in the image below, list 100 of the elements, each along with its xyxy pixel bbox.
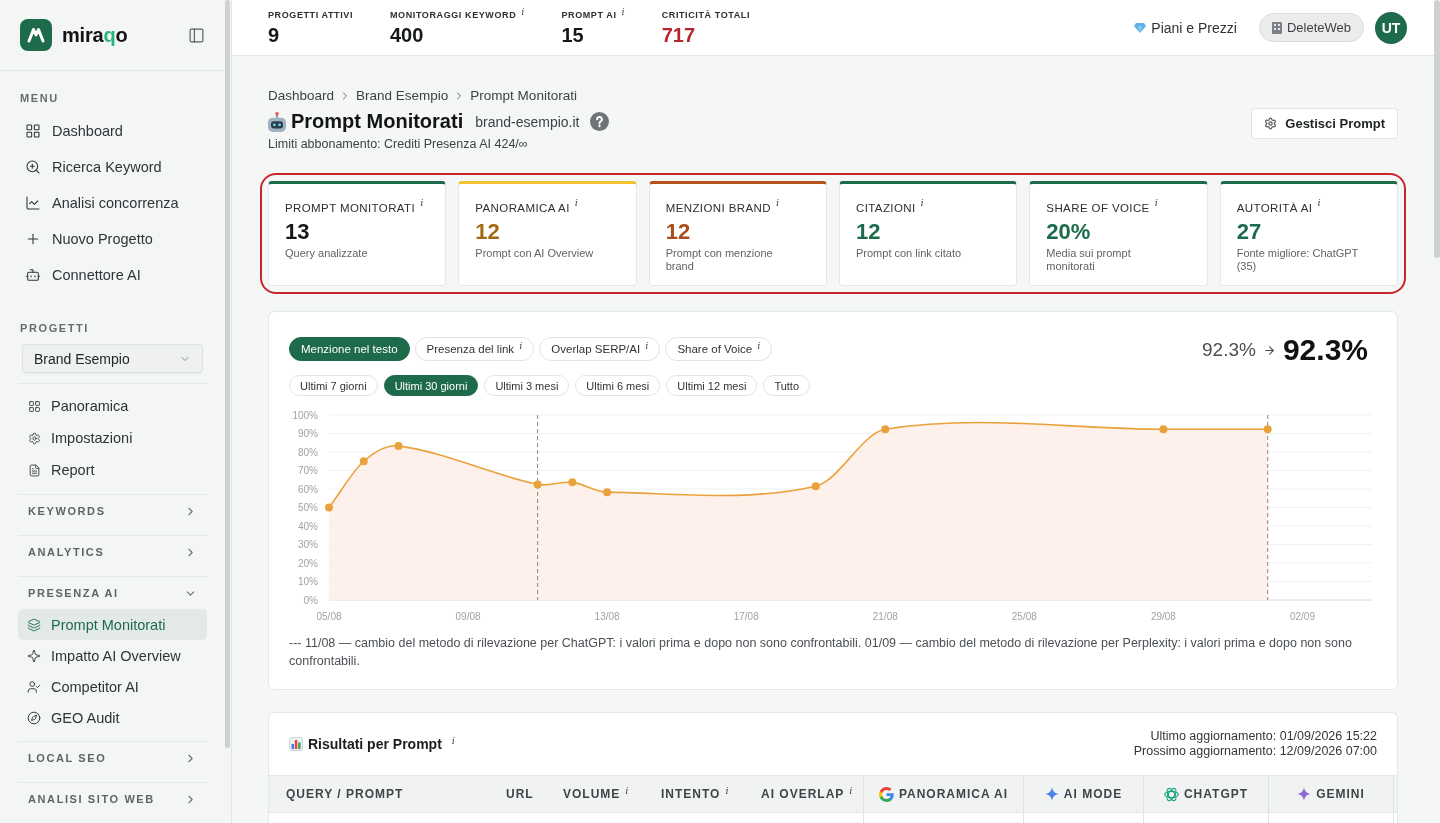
nav-item[interactable]: Dashboard [18, 113, 207, 149]
gear-icon [1264, 117, 1278, 130]
data-point [325, 503, 333, 512]
card-value: 13 [285, 219, 311, 245]
section-toggle[interactable]: ANALYTICS [18, 536, 207, 568]
breadcrumb-link[interactable]: Prompt Monitorati [470, 88, 577, 103]
column-header: INTENTO [661, 787, 721, 801]
axis-label: 100% [292, 409, 318, 421]
metric-tab[interactable]: Presenza del link i [414, 337, 535, 361]
data-point [394, 441, 403, 450]
metric-tab[interactable]: Share of Voice i [665, 337, 773, 361]
help-icon[interactable] [589, 112, 609, 131]
scrollbar-thumb[interactable] [225, 0, 230, 748]
data-point [1263, 425, 1272, 434]
card-label: CITAZIONI [856, 202, 916, 215]
nav-item[interactable]: Competitor AI [18, 671, 207, 702]
info-icon[interactable]: i [775, 198, 780, 208]
manage-prompt-button[interactable]: Gestisci Prompt [1251, 108, 1398, 139]
period-tab[interactable]: Ultimi 7 giorni [289, 375, 378, 396]
user-avatar[interactable]: UT [1375, 11, 1407, 44]
card-label: AUTORITÀ AI [1236, 202, 1313, 215]
document-icon [28, 463, 41, 477]
period-tab[interactable]: Ultimi 6 mesi [575, 375, 661, 396]
layers-icon [27, 617, 41, 632]
sparkle-icon [1044, 787, 1059, 801]
section-toggle[interactable]: KEYWORDS [18, 495, 207, 527]
info-icon[interactable]: i [645, 340, 649, 351]
sidebar-toggle-icon[interactable] [188, 26, 205, 44]
axis-label: 0% [303, 594, 318, 606]
nav-item[interactable]: Panoramica [18, 390, 207, 422]
axis-label: 13/08 [594, 611, 620, 622]
nav-item[interactable]: Impatto AI Overview [18, 640, 207, 671]
bar-chart-icon [289, 737, 303, 751]
card-caption: Fonte migliore: ChatGPT (35) [1236, 247, 1360, 273]
column-header: AI OVERLAP [761, 787, 845, 801]
robot-icon [268, 111, 286, 132]
card-label: PANORAMICA AI [475, 202, 570, 215]
plans-link[interactable]: Piani e Prezzi [1134, 19, 1237, 36]
section-toggle[interactable]: LOCAL SEO [18, 742, 207, 774]
period-tab[interactable]: Ultimi 30 giorni [383, 375, 479, 396]
column-header: AI MODE [1063, 787, 1123, 801]
info-icon[interactable]: i [849, 786, 853, 796]
info-icon[interactable]: i [725, 786, 729, 796]
metric-tab[interactable]: Overlap SERP/AI i [539, 337, 661, 361]
axis-label: 29/08 [1150, 611, 1176, 622]
period-tab[interactable]: Ultimi 3 mesi [484, 375, 570, 396]
logo-icon [20, 19, 52, 51]
card-caption: Prompt con link citato [856, 247, 963, 260]
nav-item[interactable]: Connettore AI [18, 257, 207, 293]
info-icon[interactable]: i [1317, 198, 1321, 208]
axis-label: 40% [298, 520, 318, 532]
nav-item[interactable]: Prompt Monitorati [18, 609, 207, 640]
card-label: MENZIONI BRAND [665, 202, 771, 215]
page-title: Prompt Monitorati [291, 110, 464, 133]
info-icon[interactable]: i [574, 198, 578, 208]
column-header: URL [506, 787, 534, 801]
section-toggle[interactable]: PRESENZA AI [18, 577, 207, 609]
data-point [881, 425, 890, 434]
info-icon[interactable]: i [1154, 198, 1158, 208]
workspace-button[interactable]: DeleteWeb [1258, 13, 1364, 42]
line-chart-icon [25, 195, 41, 211]
grid-icon [25, 123, 41, 139]
metric-tab[interactable]: Menzione nel testo [289, 337, 410, 361]
info-icon[interactable]: i [757, 340, 761, 351]
card-caption: Media sui prompt monitorati [1046, 247, 1132, 273]
rosette-icon [1163, 786, 1179, 802]
nav-item[interactable]: Ricerca Keyword [18, 149, 207, 185]
g-letter-icon [878, 786, 894, 802]
nav-item[interactable]: GEO Audit [18, 702, 207, 733]
column-header: CHATGPT [1183, 787, 1249, 801]
info-icon[interactable]: i [420, 198, 424, 208]
info-icon[interactable]: i [621, 6, 625, 17]
info-icon[interactable]: i [451, 736, 455, 746]
info-icon[interactable]: i [920, 198, 924, 208]
robot-icon [25, 267, 41, 283]
info-icon[interactable]: i [521, 6, 525, 17]
breadcrumb-link[interactable]: Dashboard [268, 88, 335, 103]
building-icon [1271, 21, 1282, 34]
info-icon[interactable]: i [625, 786, 629, 796]
scrollbar-thumb[interactable] [1434, 0, 1440, 258]
domain-text: brand-esempio.it [475, 113, 580, 130]
section-toggle[interactable]: ANALISI SITO WEB [18, 783, 207, 815]
breadcrumb-link[interactable]: Brand Esempio [356, 88, 449, 103]
period-tab[interactable]: Tutto [763, 375, 811, 396]
data-point [359, 457, 368, 466]
stat-value: 717 [661, 23, 697, 46]
period-tab[interactable]: Ultimi 12 mesi [666, 375, 758, 396]
info-icon[interactable]: i [519, 340, 523, 351]
nav-item[interactable]: Impostazioni [18, 422, 207, 454]
nav-item[interactable]: Report [18, 454, 207, 486]
stat-label: MONITORAGGI KEYWORD [390, 9, 517, 21]
stat-value: 9 [268, 23, 281, 46]
logo-text: miraqo [62, 23, 128, 47]
card-caption: Prompt con AI Overview [475, 247, 595, 260]
nav-item[interactable]: Analisi concorrenza [18, 185, 207, 221]
stat-label: CRITICITÀ TOTALI [661, 9, 750, 21]
project-select[interactable]: Brand Esempio [22, 344, 203, 373]
nav-item[interactable]: Nuovo Progetto [18, 221, 207, 257]
current-value: 92.3% [1282, 333, 1368, 367]
column-header: QUERY / PROMPT [286, 787, 404, 801]
